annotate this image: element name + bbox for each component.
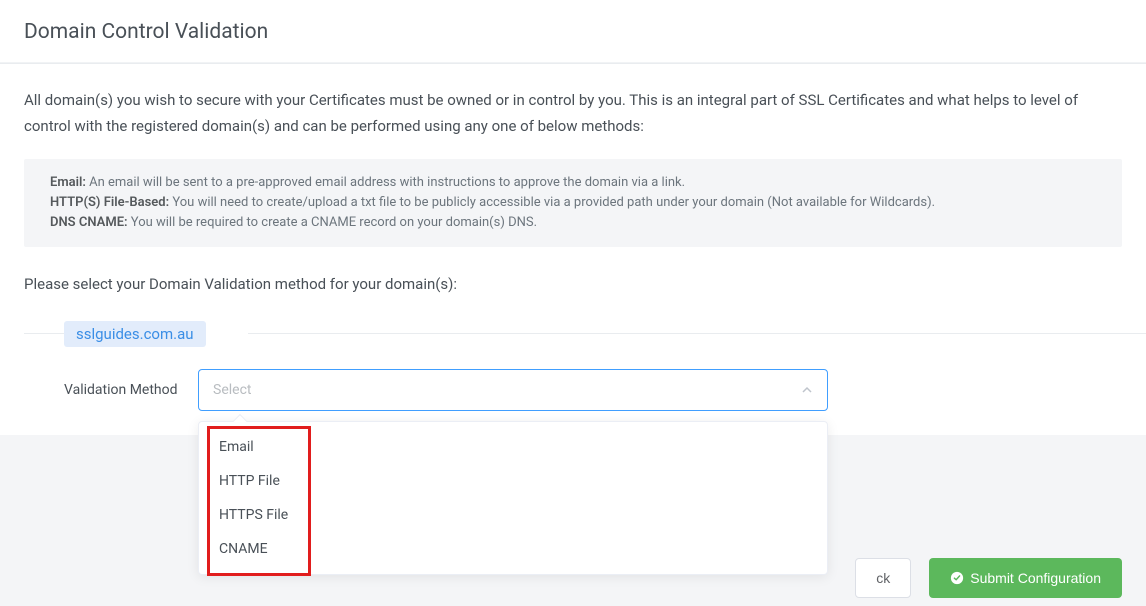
main-content: All domain(s) you wish to secure with yo… xyxy=(0,64,1146,435)
back-button[interactable]: ck xyxy=(855,558,911,598)
methods-info-box: Email: An email will be sent to a pre-ap… xyxy=(24,159,1122,247)
info-http-label: HTTP(S) File-Based: xyxy=(50,195,169,210)
validation-method-select-wrapper: Select Email HTTP File HTTPS File CNAME xyxy=(198,369,828,411)
validation-method-row: Validation Method Select Email HTTP File… xyxy=(64,369,1122,411)
info-email-label: Email: xyxy=(50,175,86,190)
section-divider-right xyxy=(248,333,1146,334)
back-button-label: ck xyxy=(876,570,890,586)
validation-method-dropdown: Email HTTP File HTTPS File CNAME xyxy=(198,421,828,575)
info-dns: DNS CNAME: You will be required to creat… xyxy=(50,213,1096,233)
check-circle-icon xyxy=(950,571,964,585)
select-placeholder: Select xyxy=(213,382,251,398)
validation-method-select[interactable]: Select xyxy=(198,369,828,411)
submit-button-label: Submit Configuration xyxy=(970,570,1101,586)
page-title: Domain Control Validation xyxy=(0,0,1146,63)
chevron-up-icon xyxy=(801,384,813,396)
info-dns-text: You will be required to create a CNAME r… xyxy=(128,215,537,230)
info-dns-label: DNS CNAME: xyxy=(50,215,128,230)
validation-method-label: Validation Method xyxy=(64,382,184,398)
action-buttons: ck Submit Configuration xyxy=(855,558,1122,598)
intro-paragraph: All domain(s) you wish to secure with yo… xyxy=(24,88,1122,139)
info-http: HTTP(S) File-Based: You will need to cre… xyxy=(50,193,1096,213)
info-email: Email: An email will be sent to a pre-ap… xyxy=(50,173,1096,193)
option-email[interactable]: Email xyxy=(199,430,827,464)
select-prompt: Please select your Domain Validation met… xyxy=(24,275,1122,293)
dropdown-arrow xyxy=(233,414,247,428)
option-cname[interactable]: CNAME xyxy=(199,532,827,566)
submit-configuration-button[interactable]: Submit Configuration xyxy=(929,558,1122,598)
info-http-text: You will need to create/upload a txt fil… xyxy=(169,195,935,210)
domain-chip: sslguides.com.au xyxy=(64,321,206,347)
info-email-text: An email will be sent to a pre-approved … xyxy=(86,175,685,190)
domain-section: sslguides.com.au Validation Method Selec… xyxy=(64,321,1122,411)
option-http-file[interactable]: HTTP File xyxy=(199,464,827,498)
option-https-file[interactable]: HTTPS File xyxy=(199,498,827,532)
section-divider-left xyxy=(24,333,64,334)
